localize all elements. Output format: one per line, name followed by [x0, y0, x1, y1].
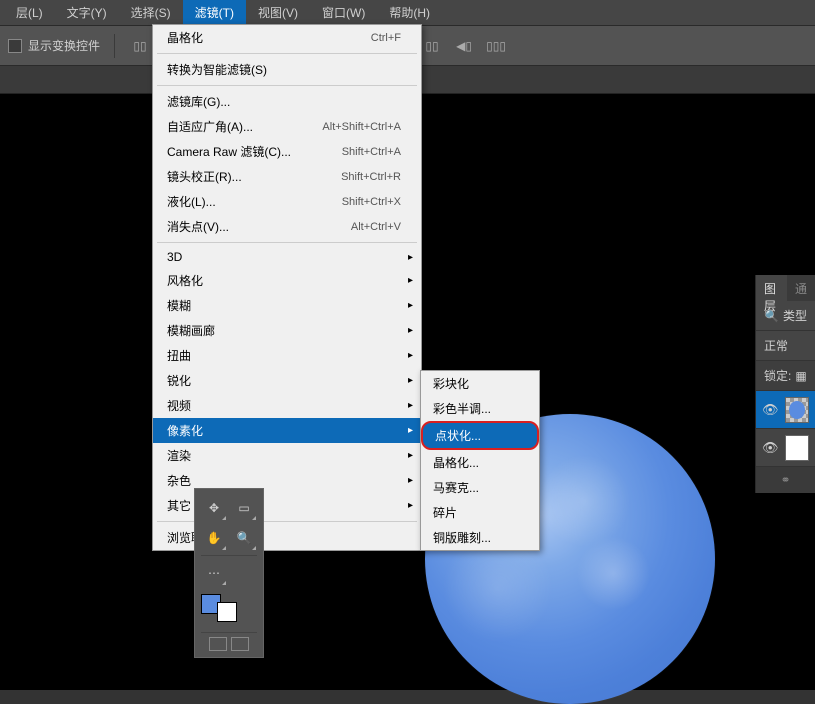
- lock-row[interactable]: 锁定: ▦: [756, 361, 815, 391]
- menu-mosaic[interactable]: 马赛克...: [421, 475, 539, 500]
- dots-icon: ⋯: [208, 566, 220, 580]
- layers-panel: 图层 通 🔍 类型 正常 锁定: ▦ 👁 👁 ⚭: [755, 275, 815, 493]
- more-tools[interactable]: ⋯: [201, 560, 227, 586]
- submenu-distort[interactable]: 扭曲: [153, 343, 421, 368]
- menu-select[interactable]: 选择(S): [119, 0, 183, 25]
- tools-panel: ✥ ▭ ✋ 🔍 ⋯: [194, 488, 264, 658]
- menu-fragment[interactable]: 碎片: [421, 500, 539, 525]
- panel-footer: ⚭: [756, 467, 815, 493]
- submenu-sharpen[interactable]: 锐化: [153, 368, 421, 393]
- visibility-icon[interactable]: 👁: [762, 440, 779, 456]
- menu-liquify[interactable]: 液化(L)... Shift+Ctrl+X: [153, 189, 421, 214]
- layer-thumbnail[interactable]: [785, 397, 809, 423]
- zoom-tool[interactable]: 🔍: [231, 525, 257, 551]
- option-label: 显示变换控件: [28, 37, 100, 54]
- menu-help[interactable]: 帮助(H): [377, 0, 442, 25]
- marquee-tool[interactable]: ▭: [231, 495, 257, 521]
- layer-thumbnail[interactable]: [785, 435, 809, 461]
- filter-dropdown: 晶格化 Ctrl+F 转换为智能滤镜(S) 滤镜库(G)... 自适应广角(A)…: [152, 24, 422, 551]
- menu-vanishing-point[interactable]: 消失点(V)... Alt+Ctrl+V: [153, 214, 421, 239]
- zoom-icon: 🔍: [237, 531, 252, 545]
- show-transform-option[interactable]: 显示变换控件: [8, 37, 100, 54]
- menu-bar: 层(L) 文字(Y) 选择(S) 滤镜(T) 视图(V) 窗口(W) 帮助(H): [0, 0, 815, 26]
- tab-layers[interactable]: 图层: [756, 275, 787, 301]
- submenu-blur[interactable]: 模糊: [153, 293, 421, 318]
- menu-last-filter[interactable]: 晶格化 Ctrl+F: [153, 25, 421, 50]
- menu-view[interactable]: 视图(V): [246, 0, 310, 25]
- layer-item[interactable]: 👁: [756, 429, 815, 467]
- visibility-icon[interactable]: 👁: [762, 402, 779, 418]
- color-swatches[interactable]: [201, 594, 257, 622]
- move-tool[interactable]: ✥: [201, 495, 227, 521]
- submenu-3d[interactable]: 3D: [153, 246, 421, 268]
- menu-pointillize[interactable]: 点状化...: [421, 421, 539, 450]
- screen-mode-icon[interactable]: [209, 637, 227, 651]
- cursor-icon: ✥: [209, 501, 219, 515]
- layer-list: 👁 👁: [756, 391, 815, 467]
- background-color[interactable]: [217, 602, 237, 622]
- blend-mode-row[interactable]: 正常: [756, 331, 815, 361]
- hand-tool[interactable]: ✋: [201, 525, 227, 551]
- menu-filter[interactable]: 滤镜(T): [183, 0, 246, 25]
- align-icon[interactable]: ▯▯▯: [485, 35, 507, 57]
- submenu-render[interactable]: 渲染: [153, 443, 421, 468]
- layer-item[interactable]: 👁: [756, 391, 815, 429]
- menu-color-blocks[interactable]: 彩块化: [421, 371, 539, 396]
- link-icon[interactable]: ⚭: [780, 473, 790, 487]
- menu-filter-gallery[interactable]: 滤镜库(G)...: [153, 89, 421, 114]
- submenu-stylize[interactable]: 风格化: [153, 268, 421, 293]
- hand-icon: ✋: [207, 531, 222, 545]
- align-icon[interactable]: ▯▯: [421, 35, 443, 57]
- separator: [157, 85, 417, 86]
- checkbox-icon: [8, 39, 22, 53]
- menu-window[interactable]: 窗口(W): [310, 0, 377, 25]
- quick-mask-icon[interactable]: [231, 637, 249, 651]
- align-icon[interactable]: ◀▯: [453, 35, 475, 57]
- menu-camera-raw[interactable]: Camera Raw 滤镜(C)... Shift+Ctrl+A: [153, 139, 421, 164]
- menu-convert-smart[interactable]: 转换为智能滤镜(S): [153, 57, 421, 82]
- separator: [114, 34, 115, 58]
- align-icon[interactable]: ▯▯: [129, 35, 151, 57]
- tab-channels[interactable]: 通: [787, 275, 815, 301]
- separator: [157, 242, 417, 243]
- separator: [157, 53, 417, 54]
- menu-adaptive-wide-angle[interactable]: 自适应广角(A)... Alt+Shift+Ctrl+A: [153, 114, 421, 139]
- menu-lens-correction[interactable]: 镜头校正(R)... Shift+Ctrl+R: [153, 164, 421, 189]
- menu-color-halftone[interactable]: 彩色半调...: [421, 396, 539, 421]
- menu-layer[interactable]: 层(L): [4, 0, 55, 25]
- pixelate-submenu: 彩块化 彩色半调... 点状化... 晶格化... 马赛克... 碎片 铜版雕刻…: [420, 370, 540, 551]
- marquee-icon: ▭: [238, 501, 249, 515]
- submenu-blur-gallery[interactable]: 模糊画廊: [153, 318, 421, 343]
- submenu-pixelate[interactable]: 像素化: [153, 418, 421, 443]
- search-icon: 🔍: [764, 309, 779, 323]
- submenu-video[interactable]: 视频: [153, 393, 421, 418]
- menu-crystallize[interactable]: 晶格化...: [421, 450, 539, 475]
- menu-type[interactable]: 文字(Y): [55, 0, 119, 25]
- lock-icon: ▦: [795, 369, 806, 383]
- menu-mezzotint[interactable]: 铜版雕刻...: [421, 525, 539, 550]
